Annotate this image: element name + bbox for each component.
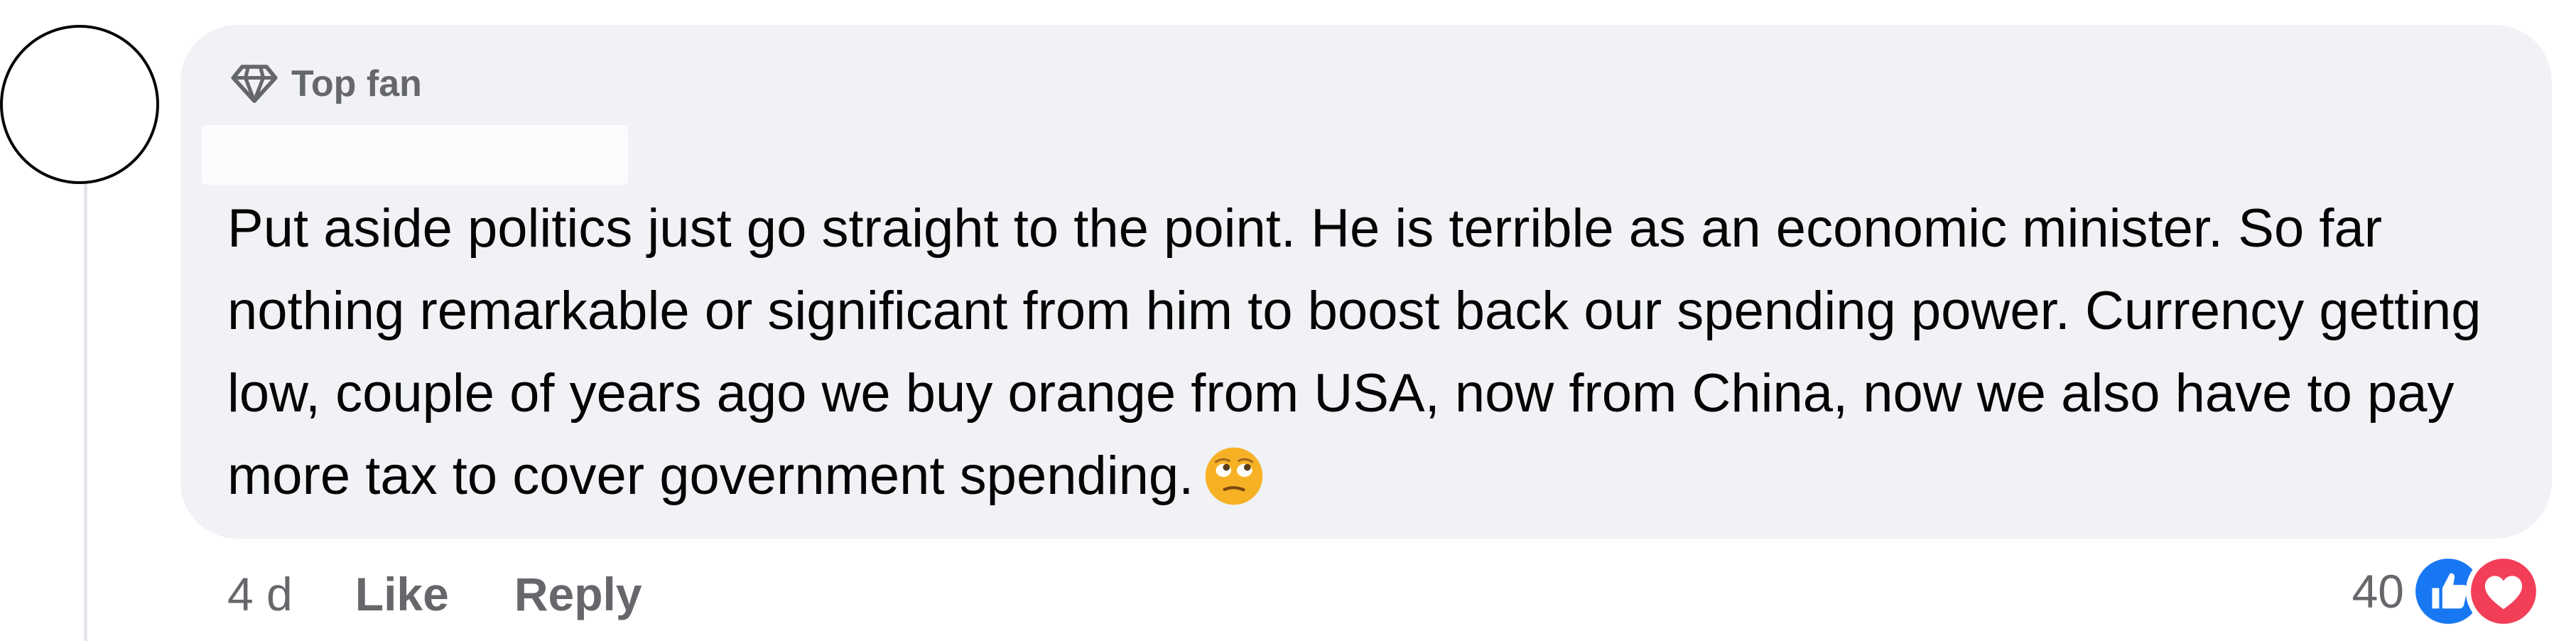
comment-body: Put aside politics just go straight to t… (227, 188, 2522, 517)
comment-actions: 4 d Like Reply (227, 560, 642, 628)
love-reaction-icon (2465, 553, 2542, 630)
top-fan-badge[interactable]: Top fan (230, 55, 422, 112)
comment-timestamp[interactable]: 4 d (227, 567, 293, 621)
diamond-icon (231, 65, 278, 103)
avatar[interactable] (0, 25, 159, 184)
thread-connector-line (84, 182, 87, 641)
badge-label: Top fan (291, 63, 422, 104)
reaction-count: 40 (2352, 565, 2404, 618)
rolling-eyes-emoji (1205, 447, 1263, 505)
author-name[interactable] (202, 125, 628, 185)
reply-button[interactable]: Reply (514, 567, 642, 621)
comment-thread: Top fan Put aside politics just go strai… (0, 0, 2576, 641)
comment-text: Put aside politics just go straight to t… (227, 198, 2482, 506)
reaction-summary[interactable]: 40 (2352, 549, 2542, 634)
like-button[interactable]: Like (355, 567, 449, 621)
